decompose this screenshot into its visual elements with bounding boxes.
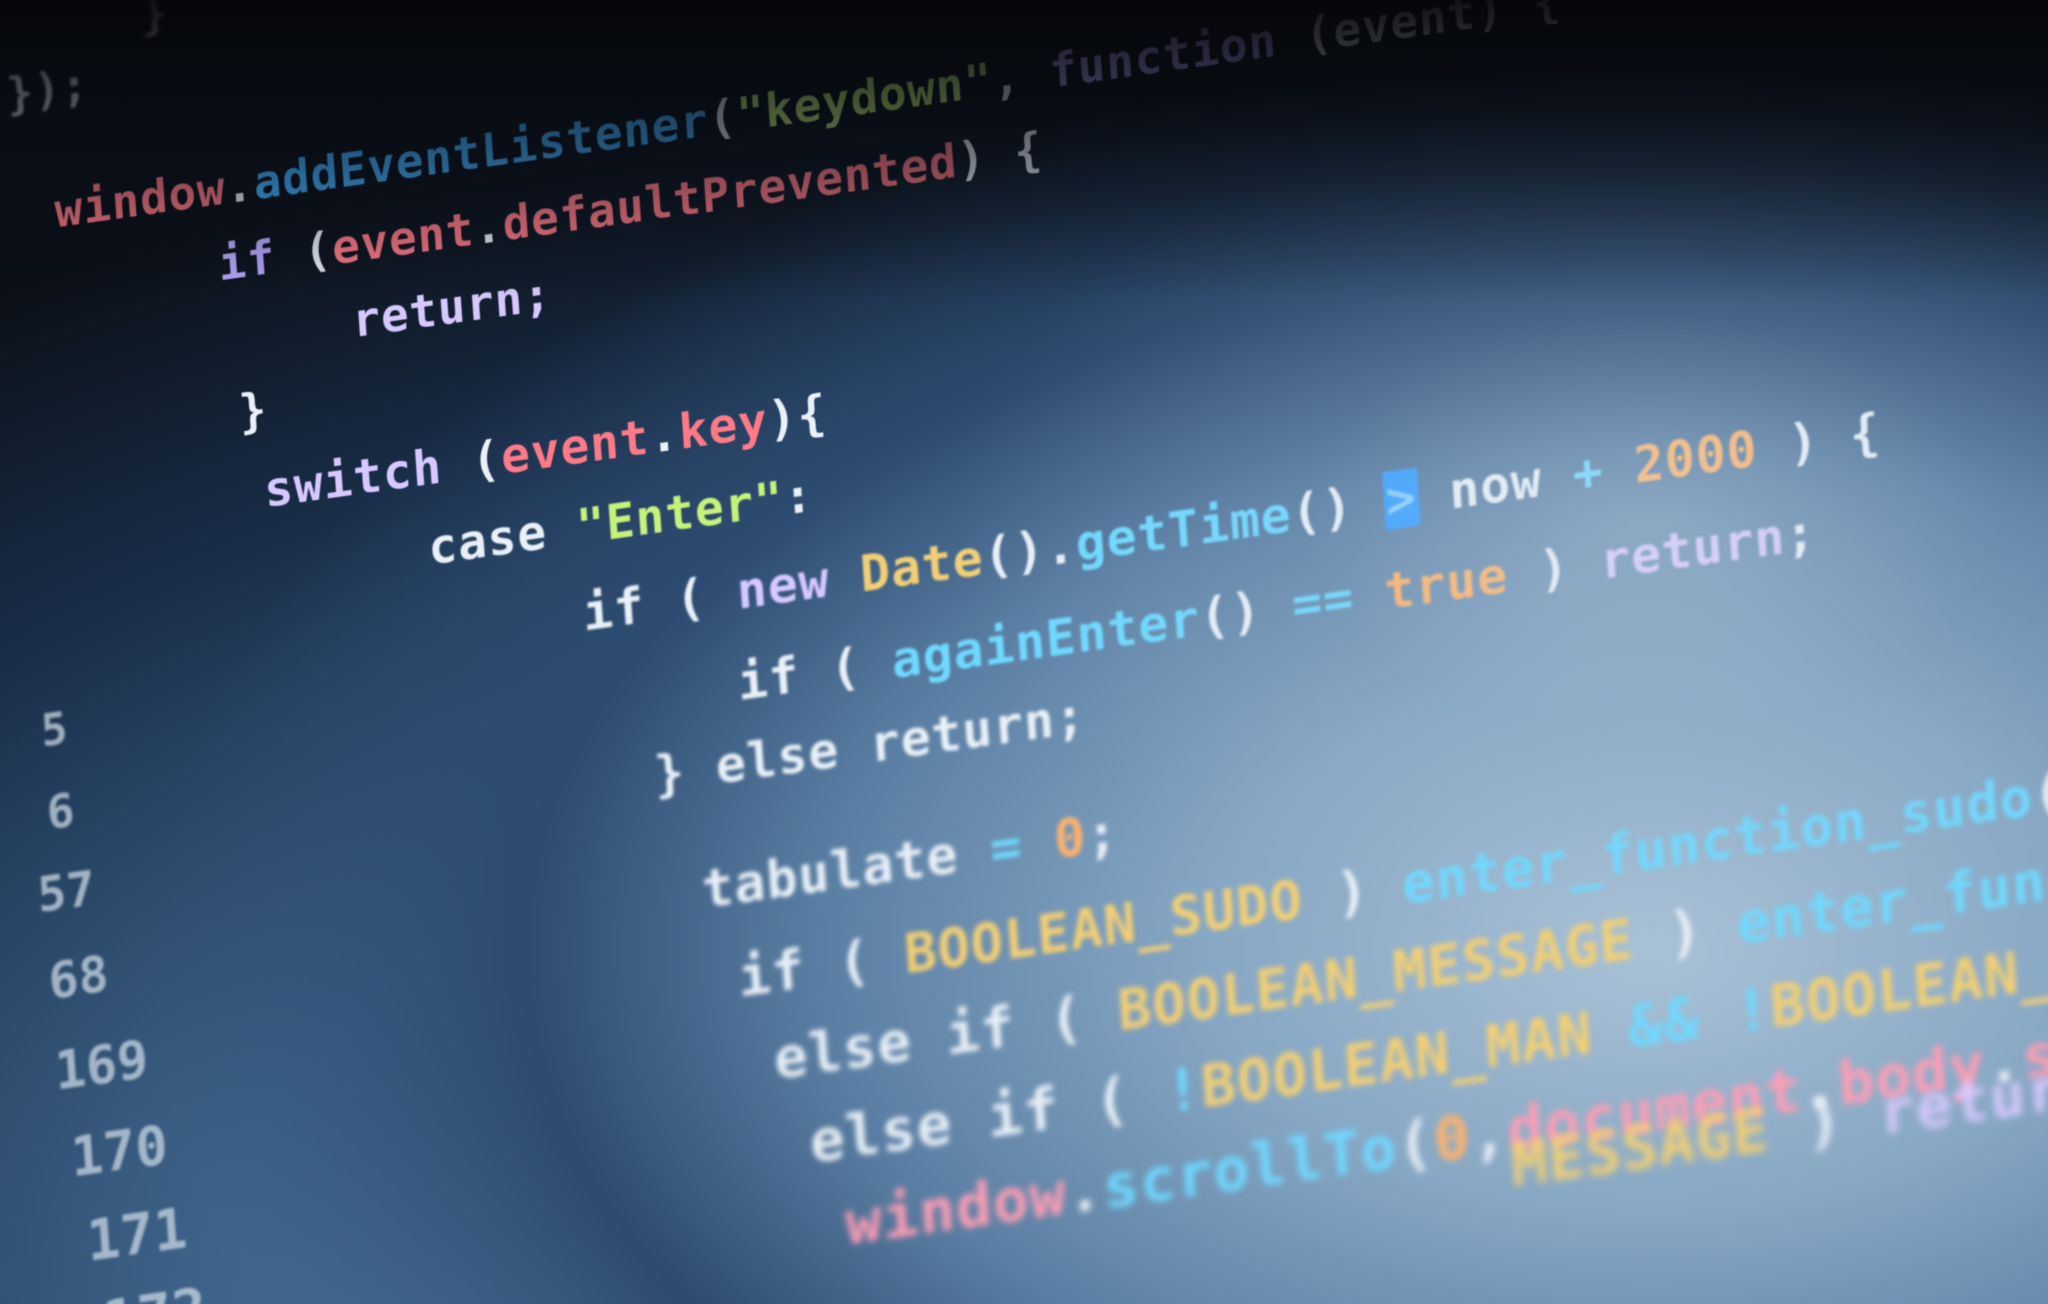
code-token: new xyxy=(734,550,832,622)
code-token: if xyxy=(580,576,647,643)
code-token: ( xyxy=(1012,979,1121,1059)
code-token: "keydown" xyxy=(734,52,995,143)
code-token: key xyxy=(676,392,770,461)
code-token: + xyxy=(1570,441,1606,504)
code-token: (); xyxy=(2030,750,2048,828)
code-token: if xyxy=(216,229,278,292)
line-number: 170 xyxy=(68,1112,170,1190)
code-token: event xyxy=(330,201,477,276)
code-token: window xyxy=(843,1158,1069,1260)
code-token: 0 xyxy=(1431,1101,1474,1177)
code-token: case xyxy=(426,504,549,577)
code-token: function xyxy=(1047,12,1279,99)
code-token: againEnter xyxy=(889,589,1202,691)
code-token: return xyxy=(1598,506,1788,591)
code-token: "Enter" xyxy=(574,470,786,556)
line-number: 5 xyxy=(39,702,70,758)
code-token: ) { xyxy=(1755,402,1883,478)
code-token: (event) { xyxy=(1274,0,1563,67)
code-token: ( xyxy=(802,923,907,1001)
code-token: ) xyxy=(1766,1079,1882,1165)
text-cursor: > xyxy=(1381,467,1421,531)
code-token: ! xyxy=(1732,973,1773,1047)
code-token: window xyxy=(52,160,228,239)
code-token: ( xyxy=(1056,1058,1168,1142)
code-token: switch xyxy=(262,438,444,519)
code-token: ( xyxy=(273,221,335,284)
code-token: . xyxy=(1063,1153,1106,1229)
code-token: ) xyxy=(1505,532,1603,604)
line-number: 57 xyxy=(35,860,97,925)
code-token: }); xyxy=(4,58,91,121)
code-token: else xyxy=(713,720,842,796)
code-token: if xyxy=(735,645,802,712)
code-line: } xyxy=(237,382,269,440)
code-line: } xyxy=(139,0,170,42)
code-token: event xyxy=(499,408,652,486)
code-token: (). xyxy=(981,515,1078,587)
code-token: : xyxy=(781,466,816,527)
code-token: getTime xyxy=(1073,485,1294,574)
line-number: 172 xyxy=(100,1274,209,1304)
code-token: ){ xyxy=(765,383,829,449)
code-token: , xyxy=(1468,1096,1510,1172)
code-token: && xyxy=(1625,983,1702,1062)
line-number: 6 xyxy=(44,782,77,841)
code-token: } xyxy=(652,737,718,805)
code-token: ; xyxy=(1783,502,1818,565)
code-token: ( xyxy=(440,429,504,495)
code-token: 0 xyxy=(1052,806,1089,872)
code-token: . xyxy=(647,404,681,465)
code-token: () xyxy=(1289,472,1386,544)
code-token: if xyxy=(736,937,807,1010)
code-token: ) xyxy=(1300,853,1405,931)
code-token: ! xyxy=(1163,1053,1204,1127)
monitor-screen: } }); window.addEventListener("keydown",… xyxy=(0,0,2048,1304)
code-token: now xyxy=(1416,445,1575,526)
code-line: return; xyxy=(351,266,554,348)
code-token: return; xyxy=(837,685,1088,779)
line-number: 169 xyxy=(52,1029,151,1103)
code-token: } xyxy=(236,381,270,440)
code-token: ( xyxy=(642,563,739,635)
code-token: . xyxy=(472,197,505,256)
code-token: () xyxy=(1197,576,1295,648)
code-token: ) { xyxy=(955,121,1045,188)
code-editor: } }); window.addEventListener("keydown",… xyxy=(0,0,2048,1304)
code-token: ) xyxy=(1631,892,1740,972)
line-number: 68 xyxy=(46,944,111,1011)
code-token: else if xyxy=(771,993,1018,1093)
code-token: . xyxy=(223,156,256,215)
code-token: tabulate xyxy=(700,824,961,921)
code-token: ; xyxy=(1084,802,1121,867)
code-token: return; xyxy=(350,266,554,349)
code-line: } else return; xyxy=(652,686,1087,805)
code-token: , xyxy=(990,44,1052,107)
code-token: true xyxy=(1382,545,1510,622)
code-token: == xyxy=(1290,567,1356,635)
code-token: 2000 xyxy=(1632,419,1760,496)
code-token: else if xyxy=(807,1073,1062,1177)
code-line: }); xyxy=(5,59,90,121)
code-token: ( xyxy=(706,88,739,147)
code-token: ( xyxy=(1394,1106,1437,1182)
code-token: = xyxy=(956,811,1057,885)
code-token: ( xyxy=(797,632,894,704)
code-token: Date xyxy=(858,528,986,604)
code-token: } xyxy=(139,0,171,42)
line-number: 171 xyxy=(84,1195,190,1275)
